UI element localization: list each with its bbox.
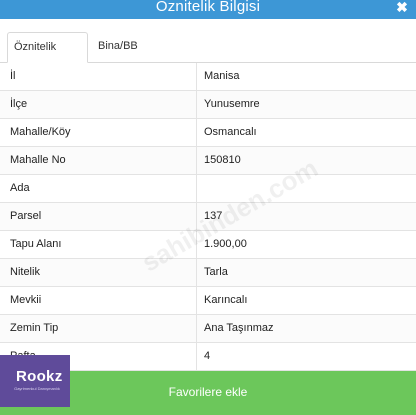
close-icon[interactable]: ✖ [395, 0, 409, 16]
column-divider [196, 315, 197, 342]
table-row: Mahalle No 150810 [0, 147, 416, 175]
row-label: İl [10, 70, 16, 82]
row-value: 4 [204, 350, 211, 362]
column-divider [196, 91, 197, 118]
attribute-info-dialog: Öznitelik Bilgisi ✖ Öznitelik Bilgisi Bi… [0, 0, 416, 415]
column-divider [196, 287, 197, 314]
row-value: Manisa [204, 70, 240, 82]
row-label: Nitelik [10, 266, 40, 278]
column-divider [196, 147, 197, 174]
row-value: Tarla [204, 266, 228, 278]
dialog-titlebar: Öznitelik Bilgisi ✖ [0, 0, 416, 19]
table-row: İlçe Yunusemre [0, 91, 416, 119]
row-label: Mahalle No [10, 154, 66, 166]
row-value: Osmancalı [204, 126, 257, 138]
table-row: Zemin Tip Ana Taşınmaz [0, 315, 416, 343]
table-row: Tapu Alanı 1.900,00 [0, 231, 416, 259]
column-divider [196, 175, 197, 202]
row-label: Tapu Alanı [10, 238, 62, 250]
tab-building-list[interactable]: Bina/BB Listesi [92, 32, 172, 80]
table-row: İl Manisa [0, 63, 416, 91]
column-divider [196, 259, 197, 286]
row-label: Mevkii [10, 294, 42, 306]
row-label: Zemin Tip [10, 322, 59, 334]
row-label: İlçe [10, 98, 28, 110]
row-label: Mahalle/Köy [10, 126, 71, 138]
table-row: Pafta 4 [0, 343, 416, 371]
row-label: Pafta [10, 350, 36, 362]
row-value: Ana Taşınmaz [204, 322, 274, 334]
column-divider [196, 231, 197, 258]
row-label: Parsel [10, 210, 42, 222]
column-divider [196, 203, 197, 230]
tab-attribute-info[interactable]: Öznitelik Bilgisi [7, 32, 88, 81]
row-value: Yunusemre [204, 98, 260, 110]
table-row: Nitelik Tarla [0, 259, 416, 287]
attribute-table: İl Manisa İlçe Yunusemre Mahalle/Köy Osm… [0, 63, 416, 371]
column-divider [196, 343, 197, 370]
column-divider [196, 63, 197, 90]
row-label: Ada [10, 182, 30, 194]
row-value: 1.900,00 [204, 238, 247, 250]
add-to-favorites-button[interactable]: Favorilere ekle [0, 371, 416, 415]
table-row: Parsel 137 [0, 203, 416, 231]
table-row: Mevkii Karıncalı [0, 287, 416, 315]
dialog-title: Öznitelik Bilgisi [155, 0, 261, 15]
row-value: Karıncalı [204, 294, 248, 306]
row-value: 137 [204, 210, 223, 222]
column-divider [196, 119, 197, 146]
table-row: Mahalle/Köy Osmancalı [0, 119, 416, 147]
table-row: Ada [0, 175, 416, 203]
row-value: 150810 [204, 154, 241, 166]
tab-bar: Öznitelik Bilgisi Bina/BB Listesi [0, 19, 416, 81]
